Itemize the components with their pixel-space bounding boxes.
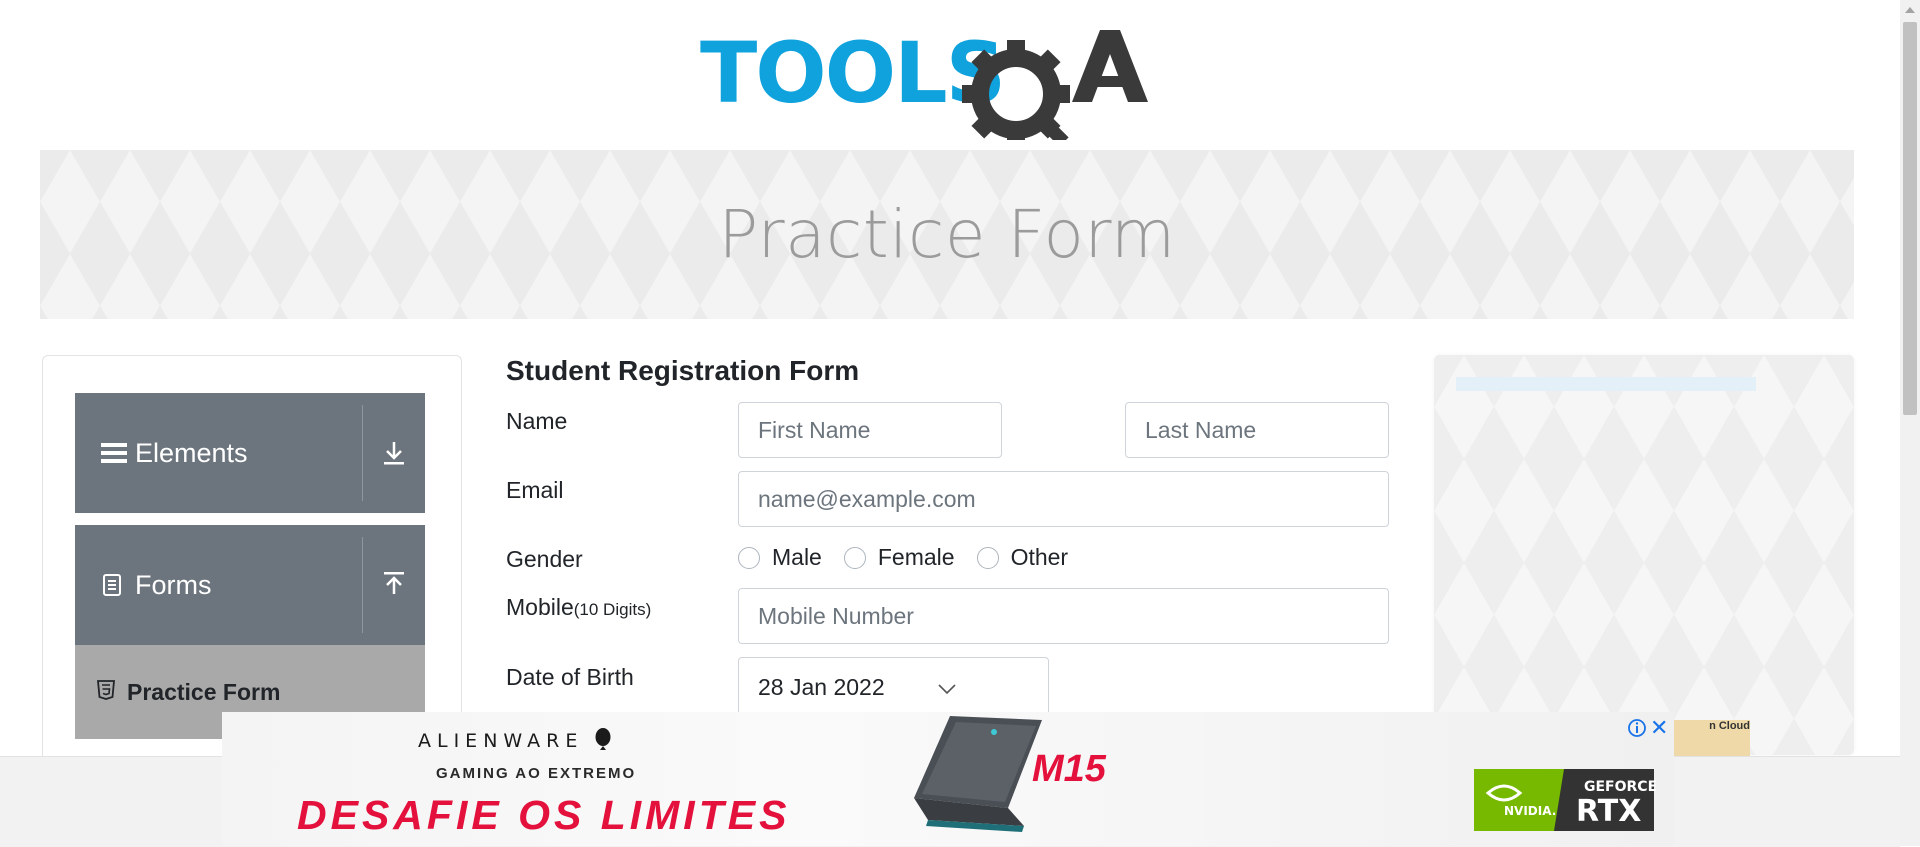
ad-model: M15 (1032, 748, 1106, 790)
html5-icon (97, 679, 121, 705)
email-label: Email (506, 477, 564, 503)
name-label: Name (506, 408, 568, 434)
radio-circle[interactable] (843, 546, 866, 569)
scroll-up-arrow-icon[interactable] (1905, 6, 1915, 14)
radio-label[interactable]: Female (878, 544, 955, 571)
page-banner: Practice Form (40, 150, 1854, 319)
logo-letter-a (1072, 30, 1148, 102)
sidebar-group-label: Elements (135, 437, 248, 468)
logo-text-tools: TOOLS (700, 24, 1004, 122)
upload-arrow-icon[interactable] (363, 572, 425, 598)
radio-label[interactable]: Other (1011, 544, 1069, 571)
dob-input[interactable]: 28 Jan 2022 (738, 657, 1049, 717)
gender-radio-other[interactable]: Other (976, 544, 1069, 571)
hamburger-icon (101, 441, 131, 465)
ad-close-icon[interactable]: ✕ (1650, 715, 1668, 741)
sidebar-group-forms[interactable]: Forms (75, 525, 425, 645)
side-ad-peek[interactable]: n Cloud (1674, 720, 1750, 756)
badge-line2: RTX (1576, 794, 1641, 829)
radio-label[interactable]: Male (772, 544, 822, 571)
logo-graphic: TOOLS (700, 24, 1148, 148)
gender-radio-male[interactable]: Male (738, 544, 822, 571)
badge-line1: GEFORCE (1584, 779, 1656, 795)
ad-headline: DESAFIE OS LIMITES (297, 792, 791, 838)
mobile-hint: (10 Digits) (573, 600, 652, 619)
email-input[interactable] (738, 471, 1389, 527)
mobile-label-text: Mobile (506, 594, 574, 620)
right-ad-panel[interactable] (1434, 355, 1854, 755)
alien-head-icon (595, 728, 611, 750)
badge-vendor: NVIDIA. (1504, 804, 1556, 818)
dob-label: Date of Birth (506, 664, 634, 690)
bottom-ad-banner[interactable]: ALIENWARE GAMING AO EXTREMO DESAFIE OS L… (222, 712, 1674, 846)
gender-radio-female[interactable]: Female (843, 544, 955, 571)
scrollbar-thumb[interactable] (1903, 22, 1917, 415)
document-icon (101, 573, 131, 597)
mobile-input[interactable] (738, 588, 1389, 644)
form-title: Student Registration Form (506, 355, 860, 386)
first-name-input[interactable] (738, 402, 1002, 458)
dob-value: 28 Jan 2022 (758, 674, 885, 700)
ad-brand: ALIENWARE (418, 728, 611, 752)
nvidia-rtx-badge: NVIDIA. GEFORCE RTX (1474, 769, 1656, 831)
sidebar-group-label: Forms (135, 569, 212, 600)
laptop-image-icon (914, 716, 1042, 832)
radio-circle[interactable] (976, 546, 999, 569)
download-arrow-icon[interactable] (363, 440, 425, 466)
radio-circle[interactable] (738, 546, 760, 569)
page-title: Practice Form (718, 196, 1176, 273)
gender-label: Gender (506, 546, 583, 572)
chevron-down-icon[interactable] (937, 682, 957, 700)
mobile-label: Mobile(10 Digits) (506, 594, 651, 621)
ad-brand-text: ALIENWARE (418, 730, 584, 752)
sidebar-item-label: Practice Form (127, 678, 281, 705)
side-ad-text: n Cloud (1709, 720, 1750, 732)
page-scrollbar[interactable] (1900, 0, 1920, 846)
sidebar-group-elements[interactable]: Elements (75, 393, 425, 513)
ad-placeholder-bar (1456, 377, 1756, 391)
ad-tagline: GAMING AO EXTREMO (436, 765, 637, 782)
last-name-input[interactable] (1125, 402, 1389, 458)
toolsqa-logo[interactable]: TOOLS (700, 20, 1200, 148)
ad-info-icon[interactable] (1627, 718, 1647, 738)
gender-radio-group: Male Female Other (738, 544, 1090, 571)
